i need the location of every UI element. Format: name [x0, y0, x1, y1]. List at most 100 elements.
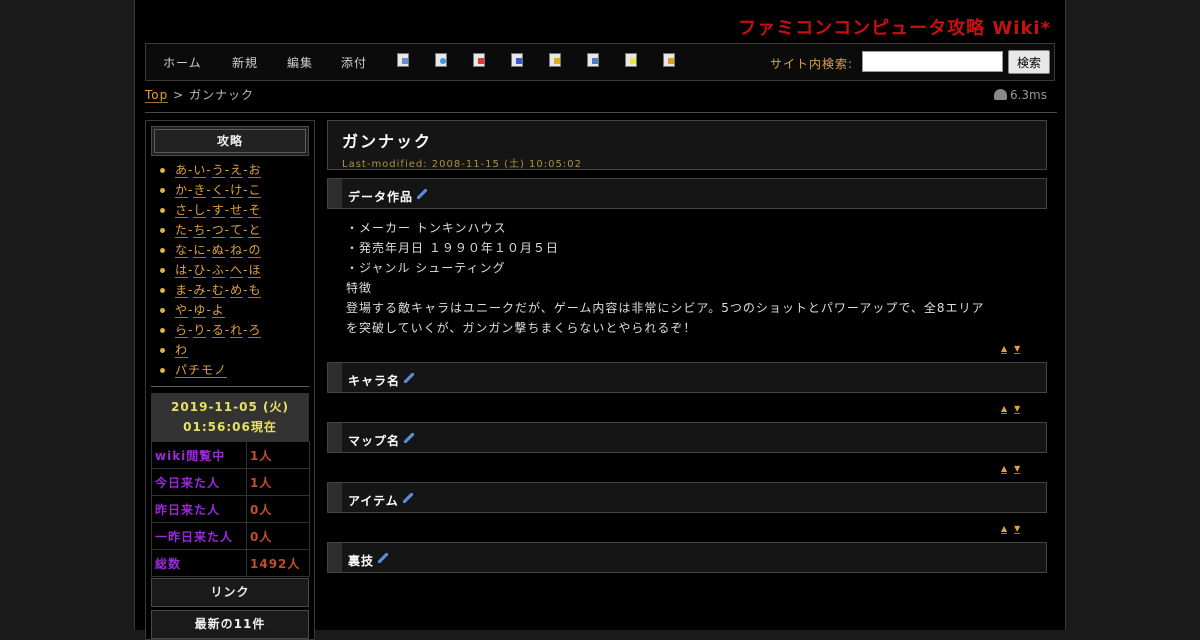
counter-label: 一昨日来た人 — [151, 522, 247, 550]
page-title[interactable]: ガンナック — [342, 128, 1046, 152]
edit-pencil-icon[interactable] — [404, 373, 415, 383]
kana-link[interactable]: せ — [230, 203, 244, 218]
down-arrow-icon[interactable]: ▼ — [1014, 524, 1021, 534]
kana-link[interactable]: る — [211, 323, 225, 338]
copy-page-icon[interactable] — [587, 53, 599, 67]
sidebar: 攻略 あ-い-う-え-お か-き-く-け-こ さ-し-す-せ-そ た-ち-つ-て-とな… — [145, 120, 315, 640]
down-arrow-icon[interactable]: ▼ — [1014, 344, 1021, 354]
nav-home-link[interactable]: ホーム — [163, 54, 202, 71]
section-title: キャラ名 — [348, 372, 415, 389]
edit-pencil-icon[interactable] — [402, 493, 413, 503]
site-title[interactable]: ファミコンコンピュータ攻略 Wiki* — [738, 14, 1051, 40]
kana-link[interactable]: こ — [248, 183, 262, 198]
kana-row: わ — [158, 340, 314, 360]
up-arrow-icon[interactable]: ▲ — [1001, 404, 1008, 414]
list-page-icon[interactable] — [397, 53, 409, 67]
kana-link[interactable]: け — [230, 183, 244, 198]
kana-link[interactable]: ゆ — [193, 303, 207, 318]
kana-link[interactable]: ほ — [248, 263, 262, 278]
kana-link[interactable]: の — [248, 243, 262, 258]
sidebar-heading-links: リンク — [151, 578, 309, 607]
kana-link[interactable]: パチモノ — [175, 363, 228, 378]
search-input[interactable] — [862, 51, 1003, 72]
backup-icon[interactable] — [511, 53, 523, 67]
kana-link[interactable]: は — [175, 263, 189, 278]
section-title: データ作品 — [348, 188, 428, 205]
kana-link[interactable]: か — [175, 183, 189, 198]
render-timing: 6.3ms — [993, 88, 1047, 102]
kana-link[interactable]: ろ — [248, 323, 262, 338]
sidebar-heading-recent: 最新の11件 — [151, 610, 309, 639]
up-arrow-icon[interactable]: ▲ — [1001, 524, 1008, 534]
kana-row: た-ち-つ-て-と — [158, 220, 314, 240]
kana-link[interactable]: れ — [230, 323, 244, 338]
down-arrow-icon[interactable]: ▼ — [1014, 404, 1021, 414]
kana-link[interactable]: い — [193, 163, 207, 178]
kana-link[interactable]: ひ — [193, 263, 207, 278]
kana-link[interactable]: そ — [248, 203, 262, 218]
kana-link[interactable]: た — [175, 223, 189, 238]
kana-link[interactable]: ぬ — [211, 243, 225, 258]
kana-link[interactable]: お — [248, 163, 262, 178]
edit-pencil-icon[interactable] — [417, 189, 428, 199]
sidebar-heading-guide: 攻略 — [151, 126, 309, 156]
kana-link[interactable]: む — [211, 283, 225, 298]
up-arrow-icon[interactable]: ▲ — [1001, 464, 1008, 474]
main-content: ガンナック Last-modified: 2008-11-15 (土) 10:0… — [327, 120, 1047, 573]
kana-row: か-き-く-け-こ — [158, 180, 314, 200]
kana-row: パチモノ — [158, 360, 314, 380]
kana-link[interactable]: く — [211, 183, 225, 198]
kana-separator: - — [206, 243, 212, 257]
kana-link[interactable]: わ — [175, 343, 189, 358]
kana-link[interactable]: ね — [230, 243, 244, 258]
down-arrow-icon[interactable]: ▼ — [1014, 464, 1021, 474]
kana-link[interactable]: に — [193, 243, 207, 258]
edit-pencil-icon[interactable] — [404, 433, 415, 443]
kana-link[interactable]: て — [230, 223, 244, 238]
kana-link[interactable]: き — [193, 183, 207, 198]
kana-link[interactable]: う — [211, 163, 225, 178]
nav-attach-link[interactable]: 添付 — [341, 54, 367, 71]
kana-link[interactable]: ふ — [211, 263, 225, 278]
diff-icon[interactable] — [473, 53, 485, 67]
kana-link[interactable]: さ — [175, 203, 189, 218]
attach-file-icon[interactable] — [549, 53, 561, 67]
section-title-text: キャラ名 — [348, 374, 401, 388]
kana-row: ま-み-む-め-も — [158, 280, 314, 300]
kana-link[interactable]: し — [193, 203, 207, 218]
heading-bar — [328, 483, 342, 512]
nav-new-link[interactable]: 新規 — [232, 54, 258, 71]
search-button[interactable]: 検索 — [1008, 50, 1050, 74]
nav-edit-link[interactable]: 編集 — [287, 54, 313, 71]
kana-link[interactable]: や — [175, 303, 189, 318]
counter-label: 昨日来た人 — [151, 495, 247, 523]
up-arrow-icon[interactable]: ▲ — [1001, 344, 1008, 354]
kana-link[interactable]: り — [193, 323, 207, 338]
kana-link[interactable]: な — [175, 243, 189, 258]
kana-link[interactable]: す — [211, 203, 225, 218]
kana-link[interactable]: あ — [175, 163, 189, 178]
kana-link[interactable]: へ — [230, 263, 244, 278]
edit-pencil-icon[interactable] — [378, 553, 389, 563]
kana-link[interactable]: も — [248, 283, 262, 298]
section-title: アイテム — [348, 492, 413, 509]
breadcrumb-top-link[interactable]: Top — [145, 88, 169, 103]
help-icon[interactable] — [663, 53, 675, 67]
kana-link[interactable]: ち — [193, 223, 207, 238]
kana-link[interactable]: め — [230, 283, 244, 298]
counter-row: 今日来た人 1人 — [151, 468, 310, 496]
rename-icon[interactable] — [625, 53, 637, 67]
counter-row: 総数 1492人 — [151, 549, 310, 577]
kana-link[interactable]: よ — [211, 303, 225, 318]
kana-link[interactable]: つ — [211, 223, 225, 238]
section-title-text: アイテム — [348, 494, 399, 508]
kana-link[interactable]: み — [193, 283, 207, 298]
section-title-text: データ作品 — [348, 190, 414, 204]
counter-value: 0人 — [246, 495, 310, 523]
kana-link[interactable]: え — [230, 163, 244, 178]
kana-link[interactable]: と — [248, 223, 262, 238]
search-page-icon[interactable] — [435, 53, 447, 67]
kana-link[interactable]: ら — [175, 323, 189, 338]
kana-row: や-ゆ-よ — [158, 300, 314, 320]
kana-link[interactable]: ま — [175, 283, 189, 298]
